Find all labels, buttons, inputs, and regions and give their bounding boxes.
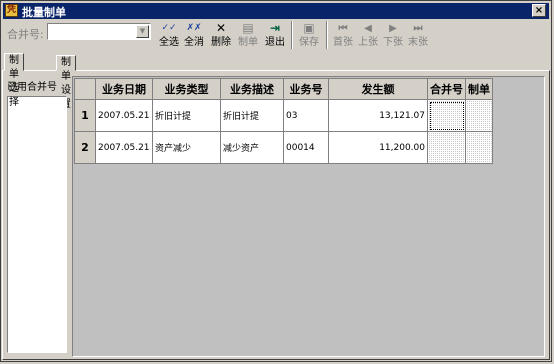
cell-desc[interactable]: 减少资产	[220, 131, 284, 164]
delete-label: 删除	[211, 37, 231, 48]
select-all-label: 全选	[159, 37, 179, 48]
next-icon: ▶	[389, 23, 397, 34]
make-voucher-button[interactable]: ▤ 制单	[235, 20, 261, 50]
first-label: 首张	[333, 37, 353, 48]
cell-date[interactable]: 2007.05.21	[95, 99, 153, 132]
row-number[interactable]: 1	[74, 99, 96, 132]
col-type-header: 业务类型	[152, 78, 221, 100]
cell-amount[interactable]: 11,200.00	[328, 131, 428, 164]
col-amount-header: 发生额	[328, 78, 428, 100]
cell-bizno[interactable]: 00014	[283, 131, 329, 164]
deselect-all-button[interactable]: ✗✗ 全消	[182, 20, 206, 50]
delete-icon: ✕	[215, 21, 227, 35]
prev-icon: ◀	[364, 23, 372, 34]
table-row[interactable]: 1 2007.05.21 折旧计提 折旧计提 03 13,121.07	[74, 99, 493, 132]
cell-type[interactable]: 折旧计提	[152, 99, 221, 132]
col-merge-header: 合并号	[427, 78, 466, 100]
table-row[interactable]: 2 2007.05.21 资产减少 减少资产 00014 11,200.00	[74, 131, 493, 164]
make-voucher-label: 制单	[238, 37, 258, 48]
merge-number-label: 合并号:	[7, 28, 44, 41]
cell-desc[interactable]: 折旧计提	[220, 99, 284, 132]
corner-cell	[74, 78, 96, 100]
cell-type[interactable]: 资产减少	[152, 131, 221, 164]
prev-label: 上张	[358, 37, 378, 48]
check-all-icon: ✓✓	[161, 23, 177, 33]
toolbar-separator	[291, 21, 293, 49]
prev-button[interactable]: ◀ 上张	[356, 20, 380, 50]
app-icon: 凭	[5, 4, 18, 17]
col-bizno-header: 业务号	[283, 78, 329, 100]
chevron-down-icon[interactable]: ▼	[136, 25, 149, 38]
col-make-header: 制单	[465, 78, 493, 100]
next-button[interactable]: ▶ 下张	[381, 20, 405, 50]
next-label: 下张	[383, 37, 403, 48]
last-button[interactable]: ⏭ 末张	[406, 20, 430, 50]
merge-number-combo[interactable]: ▼	[47, 23, 151, 40]
col-date-header: 业务日期	[95, 78, 153, 100]
exit-icon: ⇥	[269, 21, 281, 35]
cell-merge[interactable]	[427, 99, 466, 132]
header-row: 业务日期 业务类型 业务描述 业务号 发生额 合并号 制单	[74, 78, 493, 100]
save-label: 保存	[299, 37, 319, 48]
exit-button[interactable]: ⇥ 退出	[262, 20, 288, 50]
last-label: 末张	[408, 37, 428, 48]
cell-bizno[interactable]: 03	[283, 99, 329, 132]
tab-voucher-settings[interactable]: 制单设置	[56, 55, 76, 110]
window-title: 批量制单	[22, 6, 66, 19]
cell-amount[interactable]: 13,121.07	[328, 99, 428, 132]
col-desc-header: 业务描述	[220, 78, 284, 100]
business-table: 业务日期 业务类型 业务描述 业务号 发生额 合并号 制单 1 2007.05.…	[74, 78, 493, 164]
save-icon: ▣	[303, 21, 315, 35]
delete-button[interactable]: ✕ 删除	[208, 20, 234, 50]
close-button[interactable]: ×	[532, 4, 546, 17]
row-number[interactable]: 2	[74, 131, 96, 164]
cell-merge[interactable]	[427, 131, 466, 164]
save-button[interactable]: ▣ 保存	[296, 20, 322, 50]
voucher-icon: ▤	[242, 21, 254, 35]
uncheck-all-icon: ✗✗	[186, 23, 202, 33]
tab-voucher-select[interactable]: 制单选择	[4, 53, 24, 108]
used-merge-list[interactable]	[7, 96, 67, 353]
toolbar-separator	[326, 21, 328, 49]
title-bar: 凭 批量制单 ×	[3, 3, 549, 19]
business-grid: 业务日期 业务类型 业务描述 业务号 发生额 合并号 制单 1 2007.05.…	[72, 76, 545, 357]
select-all-button[interactable]: ✓✓ 全选	[157, 20, 181, 50]
first-icon: ⏮	[338, 23, 348, 34]
cell-date[interactable]: 2007.05.21	[95, 131, 153, 164]
deselect-all-label: 全消	[184, 37, 204, 48]
exit-label: 退出	[265, 37, 285, 48]
cell-make[interactable]	[465, 99, 493, 132]
cell-make[interactable]	[465, 131, 493, 164]
last-icon: ⏭	[413, 23, 423, 34]
first-button[interactable]: ⏮ 首张	[331, 20, 355, 50]
